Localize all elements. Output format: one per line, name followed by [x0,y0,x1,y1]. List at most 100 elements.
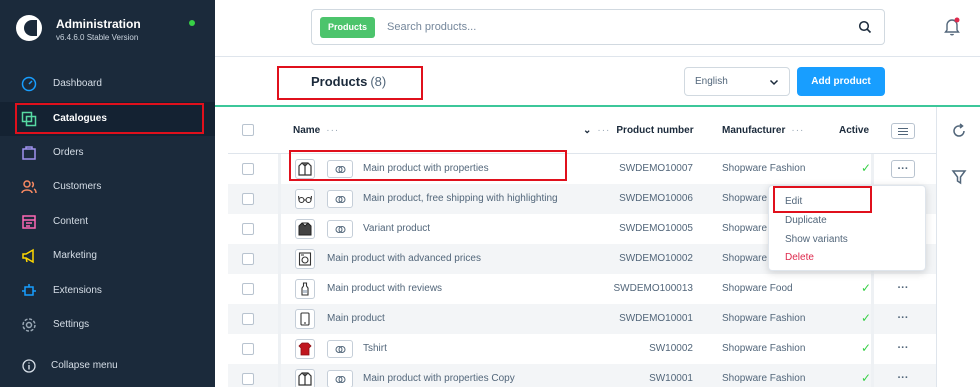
table-row[interactable]: Main product SWDEMO10001 Shopware Fashio… [228,304,936,334]
search-icon[interactable] [858,20,872,34]
product-name-link[interactable]: Main product with reviews [327,283,442,294]
sidebar: Administration v6.4.6.0 Stable Version D… [0,0,215,387]
grid-settings-button[interactable] [891,123,915,139]
sidebar-item-label: Marketing [53,250,97,261]
add-product-button[interactable]: Add product [797,67,885,96]
sidebar-item-settings[interactable]: Settings [0,308,215,342]
row-checkbox[interactable] [242,373,254,385]
brand-header: Administration v6.4.6.0 Stable Version [0,0,215,58]
product-number: SWDEMO10006 [619,193,693,204]
product-thumbnail-jacket-icon [295,159,315,179]
sidebar-item-catalogues[interactable]: Catalogues [0,102,215,136]
variant-badge[interactable] [327,190,353,208]
active-check-icon: ✓ [861,311,872,325]
row-checkbox[interactable] [242,313,254,325]
product-thumbnail-bottle-icon [295,279,315,299]
product-thumbnail-jacket-icon [295,219,315,239]
sidebar-item-orders[interactable]: Orders [0,136,215,170]
settings-icon [22,318,36,332]
table-row[interactable]: Main product with properties SWDEMO10007… [228,154,936,184]
sidebar-item-marketing[interactable]: Marketing [0,239,215,273]
column-header-label: Active [839,125,870,136]
sidebar-item-customers[interactable]: Customers [0,170,215,204]
variant-badge[interactable] [327,370,353,387]
product-number: SWDEMO10002 [619,253,693,264]
manufacturer-name: Shopware Fashion [722,343,806,354]
column-header-label: Manufacturer [722,125,786,136]
row-checkbox[interactable] [242,253,254,265]
sidebar-item-dashboard[interactable]: Dashboard [0,67,215,101]
orders-icon [22,146,36,160]
manufacturer-name: Shopware Food [722,283,793,294]
variant-badge[interactable] [327,340,353,358]
row-actions-button[interactable]: ··· [891,340,915,358]
customers-icon [21,180,37,194]
column-menu-icon[interactable]: ··· [326,125,339,136]
sidebar-item-extensions[interactable]: Extensions [0,274,215,308]
row-checkbox[interactable] [242,163,254,175]
row-checkbox[interactable] [242,223,254,235]
search-type-tag[interactable]: Products [320,17,376,38]
menu-item-show-variants[interactable]: Show variants [785,234,848,245]
column-header-label: Name [293,125,321,136]
row-actions-button[interactable]: ··· [891,370,915,387]
menu-item-delete[interactable]: Delete [785,252,814,263]
row-actions-button[interactable]: ··· [891,280,915,298]
column-header-active[interactable]: Active [839,125,869,136]
table-row[interactable]: Tshirt SW10002 Shopware Fashion ✓ ··· [228,334,936,364]
filter-icon[interactable] [951,169,967,185]
manufacturer-name: Shopware Fashion [722,163,806,174]
product-name-link[interactable]: Main product [327,313,385,324]
column-header-manufacturer[interactable]: Manufacturer ··· [722,125,804,136]
product-number: SW10002 [649,343,693,354]
variant-badge[interactable] [327,220,353,238]
active-check-icon: ✓ [861,161,872,175]
table-row[interactable]: Main product with reviews SWDEMO100013 S… [228,274,936,304]
sidebar-item-label: Customers [53,181,102,192]
collapse-menu-button[interactable]: Collapse menu [0,354,215,378]
search-bar[interactable]: Products Search products... [311,9,885,45]
variant-badge[interactable] [327,160,353,178]
language-select[interactable]: English [684,67,790,96]
row-actions-button[interactable]: ··· [891,160,915,178]
product-thumbnail-jacket-icon [295,369,315,387]
table-row[interactable]: Main product with properties Copy SW1000… [228,364,936,387]
product-name-link[interactable]: Variant product [363,223,430,234]
menu-item-duplicate[interactable]: Duplicate [785,215,827,226]
product-name-link[interactable]: Main product with properties Copy [363,373,515,384]
column-menu-icon[interactable]: ··· [597,125,610,136]
row-checkbox[interactable] [242,343,254,355]
product-name-link[interactable]: Main product with properties [363,163,489,174]
column-header-product-number[interactable]: ⌄ ··· Product number [583,125,694,136]
page-title-text: Products [311,74,368,89]
column-divider [278,154,281,387]
search-input[interactable]: Search products... [387,21,476,33]
manufacturer-name: Shopware Fashion [722,373,806,384]
column-header-name[interactable]: Name ··· [293,125,339,136]
row-checkbox[interactable] [242,193,254,205]
shopware-logo-icon[interactable] [16,15,42,41]
product-thumbnail-machine-icon [295,249,315,269]
column-menu-icon[interactable]: ··· [791,125,804,136]
row-actions-button[interactable]: ··· [891,310,915,328]
product-thumbnail-glasses-icon [295,189,315,209]
bell-icon[interactable] [944,17,960,36]
marketing-icon [22,248,34,264]
manufacturer-name: Shopware [722,193,768,204]
refresh-icon[interactable] [951,123,967,139]
smart-bar: Products (8) English Add product [215,57,980,107]
brand-version: v6.4.6.0 Stable Version [56,33,139,42]
row-checkbox[interactable] [242,283,254,295]
dashboard-icon [21,76,37,92]
menu-item-edit[interactable]: Edit [785,196,802,207]
product-name-link[interactable]: Main product with advanced prices [327,253,481,264]
select-all-checkbox[interactable] [242,124,254,136]
sidebar-item-label: Orders [53,147,84,158]
sidebar-item-content[interactable]: Content [0,205,215,239]
info-icon [22,359,36,373]
product-name-link[interactable]: Main product, free shipping with highlig… [363,193,558,204]
sidebar-item-label: Dashboard [53,78,102,89]
product-count: (8) [370,74,387,89]
product-name-link[interactable]: Tshirt [363,343,387,354]
sort-chevron-icon: ⌄ [583,125,592,136]
